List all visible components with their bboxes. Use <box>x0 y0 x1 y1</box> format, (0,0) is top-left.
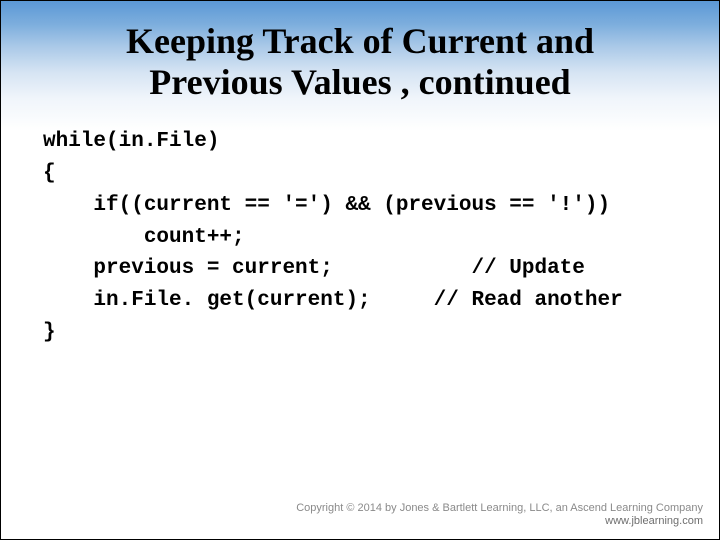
code-block: while(in.File) { if((current == '=') && … <box>43 126 719 349</box>
title-line-2: Previous Values , continued <box>1 62 719 103</box>
copyright-text: Copyright © 2014 by Jones & Bartlett Lea… <box>296 502 703 516</box>
footer: Copyright © 2014 by Jones & Bartlett Lea… <box>296 502 703 530</box>
footer-url: www.jblearning.com <box>296 515 703 529</box>
slide: Keeping Track of Current and Previous Va… <box>0 0 720 540</box>
title-line-1: Keeping Track of Current and <box>1 21 719 62</box>
slide-title: Keeping Track of Current and Previous Va… <box>1 1 719 104</box>
